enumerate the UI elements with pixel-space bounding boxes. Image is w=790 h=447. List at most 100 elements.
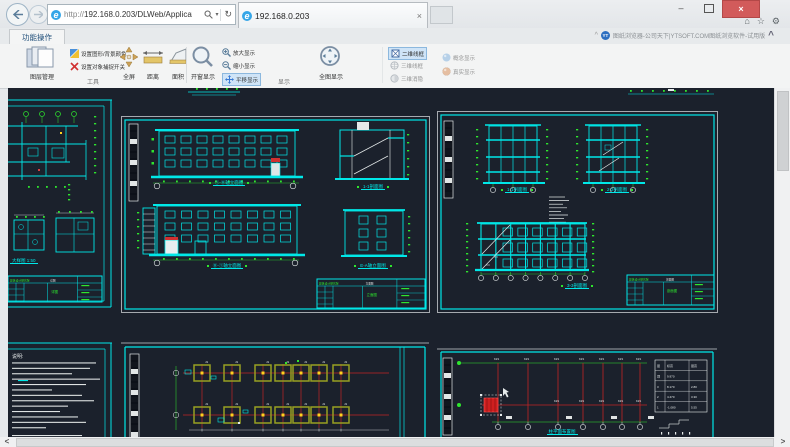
svg-text:-1.080: -1.080 (667, 406, 676, 410)
refresh-icon[interactable]: ↻ (224, 9, 232, 20)
svg-text:KZ1: KZ1 (636, 357, 642, 361)
ribbon: 图层管理 设置图形/背景颜色 设置对象捕捉开关 全屏 (0, 44, 790, 89)
drawing-label-elev2: ⑧-①轴立面图 (177, 263, 277, 269)
search-caret-icon[interactable]: ▾ (215, 11, 218, 18)
plan-details-drawing: 建筑设计研究院详图详图 (8, 96, 114, 312)
drawing-canvas[interactable]: 建筑设计研究院详图详图 大样图 1:50 建筑设计研究院立面图立面图 ①-⑧轴立… (8, 88, 775, 437)
svg-text:KZ1: KZ1 (599, 399, 605, 403)
sheet-foundation: J1J1J1J1J1J1J1J1J1J1J1J1J1J1 (121, 342, 430, 437)
hidden-3d-label: 三维消隐 (401, 75, 423, 83)
drawing-label-elev1: ①-⑧轴立面图 (179, 180, 279, 186)
notes-drawing (8, 340, 114, 437)
new-tab-button[interactable] (430, 6, 453, 24)
svg-text:J1: J1 (266, 360, 270, 364)
group-label-display: 显示 (188, 77, 380, 86)
zoom-out-label: 缩小显示 (233, 62, 255, 70)
layers-icon (25, 45, 59, 69)
svg-text:标高: 标高 (667, 363, 673, 368)
magnifier-icon (191, 45, 215, 69)
distance-button[interactable]: 距离 (141, 45, 165, 81)
ribbon-group-visual-styles: 二维线框 三维线框 三维消隐 概念显示 真实显示 (388, 44, 498, 87)
expand-arrows-icon (119, 45, 139, 69)
ribbon-tab-function[interactable]: 功能操作 (9, 29, 65, 45)
favorites-star-icon[interactable]: ☆ (757, 16, 765, 27)
sphere-blue-icon (442, 53, 451, 62)
svg-text:剖面图: 剖面图 (666, 277, 674, 281)
minimize-icon: – (678, 3, 683, 13)
zoom-in-button[interactable]: 放大显示 (222, 47, 255, 58)
horizontal-scrollbar[interactable]: < > (0, 437, 790, 447)
svg-text:顶: 顶 (657, 374, 660, 378)
svg-text:J1: J1 (205, 360, 209, 364)
realistic-label: 真实显示 (453, 68, 475, 76)
svg-text:建筑设计研究院: 建筑设计研究院 (10, 278, 30, 282)
svg-text:8.170: 8.170 (667, 385, 675, 389)
wireframe-3d-button[interactable]: 三维线框 (388, 60, 425, 71)
realistic-button[interactable]: 真实显示 (440, 66, 477, 77)
ribbon-collapse-chevron-icon[interactable]: ^ (768, 30, 774, 41)
svg-text:KZ1: KZ1 (554, 399, 560, 403)
horizontal-scrollbar-thumb[interactable] (16, 438, 774, 447)
svg-text:J1: J1 (344, 402, 348, 406)
svg-text:2.80: 2.80 (691, 385, 697, 389)
scroll-left-arrow-icon[interactable]: < (0, 437, 14, 447)
window-zoom-button[interactable]: 开窗显示 (188, 45, 218, 81)
svg-text:建筑设计研究院: 建筑设计研究院 (629, 277, 649, 281)
hidden-3d-button[interactable]: 三维消隐 (388, 73, 425, 84)
home-icon[interactable]: ⌂ (744, 16, 749, 27)
drawing-label-s3: 3-3剖面图 (497, 283, 657, 289)
drawing-label-s2: 2-2剖面图 (567, 187, 667, 193)
svg-text:J1: J1 (235, 360, 239, 364)
sheet-columns: KZ1KZ1KZ1KZ1KZ1KZ1KZ1KZ1KZ1KZ1KZ1KZ1层标高层… (437, 348, 718, 437)
svg-text:J1: J1 (235, 402, 239, 406)
svg-text:详图: 详图 (50, 278, 56, 282)
wireframe-2d-button[interactable]: 二维线框 (388, 47, 427, 60)
svg-text:层: 层 (657, 363, 660, 368)
address-bar[interactable]: e http://192.168.0.203/DLWeb/Application… (47, 4, 236, 25)
maximize-button[interactable] (696, 0, 722, 16)
sheet-plan-details: 建筑设计研究院详图详图 大样图 1:50 (8, 96, 114, 312)
svg-text:3.30: 3.30 (691, 395, 697, 399)
search-icon[interactable] (204, 10, 213, 19)
hidden-3d-icon (390, 74, 399, 83)
svg-text:立面图: 立面图 (366, 281, 374, 285)
conceptual-button[interactable]: 概念显示 (440, 52, 477, 63)
svg-text:KZ1: KZ1 (636, 399, 642, 403)
vertical-scrollbar-thumb[interactable] (777, 91, 789, 171)
scroll-right-arrow-icon[interactable]: > (776, 437, 790, 447)
drawing-label-columns: 柱平面布置图 (487, 429, 637, 435)
svg-text:J1: J1 (322, 360, 326, 364)
svg-text:KZ1: KZ1 (579, 357, 585, 361)
browser-titlebar: e http://192.168.0.203/DLWeb/Application… (0, 0, 790, 29)
svg-text:J1: J1 (344, 360, 348, 364)
snap-toggle-button[interactable]: 设置对象捕捉开关 (70, 61, 125, 72)
sheet-notes: 说明: (8, 340, 114, 437)
group-label-tools: 工具 (8, 77, 178, 86)
tab-title: 192.168.0.203 (255, 11, 309, 21)
layer-manager-button[interactable]: 图层管理 (18, 45, 66, 81)
collapse-arrow-icon[interactable]: ^ (595, 32, 598, 39)
ribbon-group-tools: 图层管理 设置图形/背景颜色 设置对象捕捉开关 全屏 (8, 44, 178, 87)
zoom-out-button[interactable]: 缩小显示 (222, 60, 255, 71)
minimize-button[interactable]: – (668, 0, 694, 16)
tab-192-168-0-203[interactable]: e 192.168.0.203 × (238, 2, 428, 28)
svg-text:J1: J1 (322, 402, 326, 406)
forward-arrow-icon (34, 11, 43, 18)
svg-text:立面图: 立面图 (367, 292, 378, 297)
zoom-extents-icon (319, 45, 343, 69)
ruler-icon (142, 45, 164, 69)
settings-gear-icon[interactable]: ⚙ (772, 16, 780, 27)
ribbon-group-display: 开窗显示 放大显示 缩小显示 平移显示 全图显示 显示 (188, 44, 380, 87)
svg-text:5.55: 5.55 (691, 406, 697, 410)
tab-close-icon[interactable]: × (417, 11, 422, 21)
elevations-drawing: 建筑设计研究院立面图立面图 (121, 116, 430, 313)
fullscreen-button[interactable]: 全屏 (118, 45, 140, 81)
back-button[interactable] (6, 3, 29, 26)
vertical-scrollbar[interactable] (774, 88, 790, 437)
svg-text:KZ1: KZ1 (618, 399, 624, 403)
forward-button[interactable] (29, 5, 48, 24)
zoom-extents-button[interactable]: 全图显示 (316, 45, 346, 81)
zoom-in-icon (222, 48, 231, 57)
yt-logo: YT (601, 31, 610, 40)
close-icon: × (738, 4, 743, 14)
